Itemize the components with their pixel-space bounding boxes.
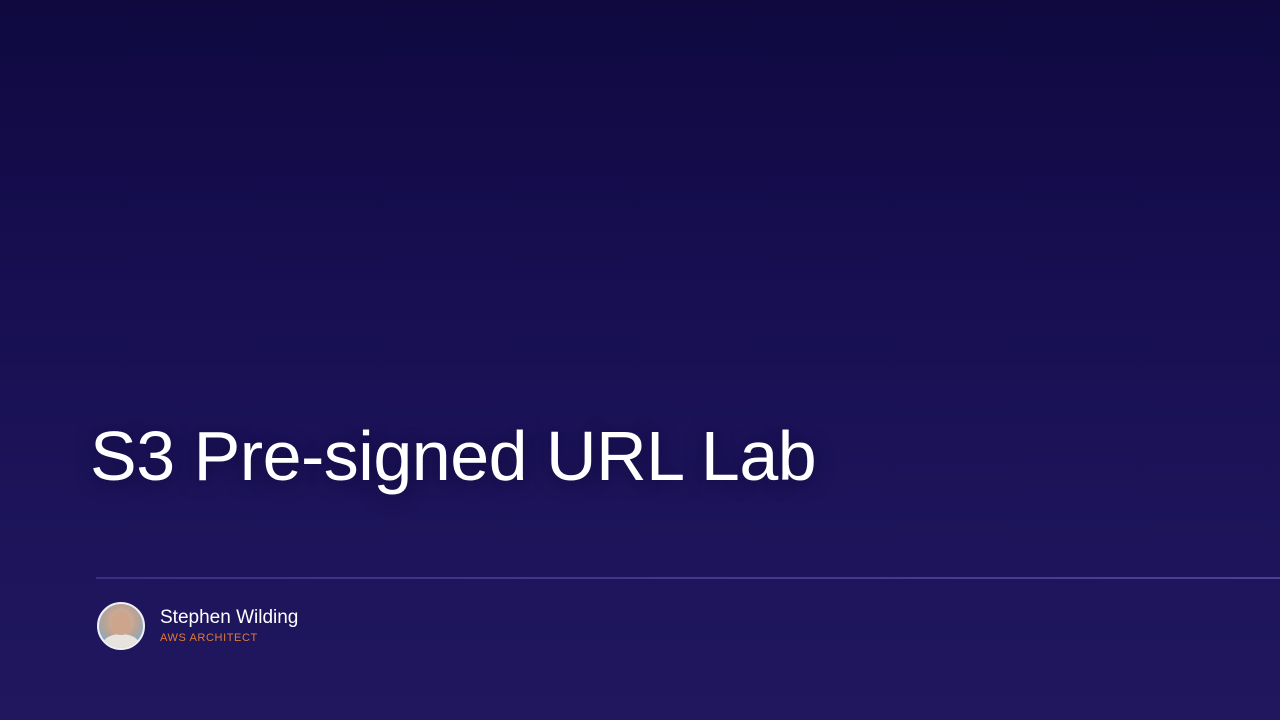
presenter-role: AWS ARCHITECT — [160, 632, 258, 644]
avatar-shoulders — [103, 634, 139, 648]
avatar-head — [111, 611, 131, 635]
presenter-text: Stephen Wilding AWS ARCHITECT — [160, 607, 298, 645]
presenter-name: Stephen Wilding — [160, 607, 299, 628]
title-slide: S3 Pre-signed URL Lab Stephen Wilding AW… — [0, 0, 1280, 720]
divider-line — [96, 577, 1280, 579]
presenter-block: Stephen Wilding AWS ARCHITECT — [97, 602, 298, 650]
presenter-avatar — [97, 602, 145, 650]
slide-title: S3 Pre-signed URL Lab — [90, 417, 817, 495]
